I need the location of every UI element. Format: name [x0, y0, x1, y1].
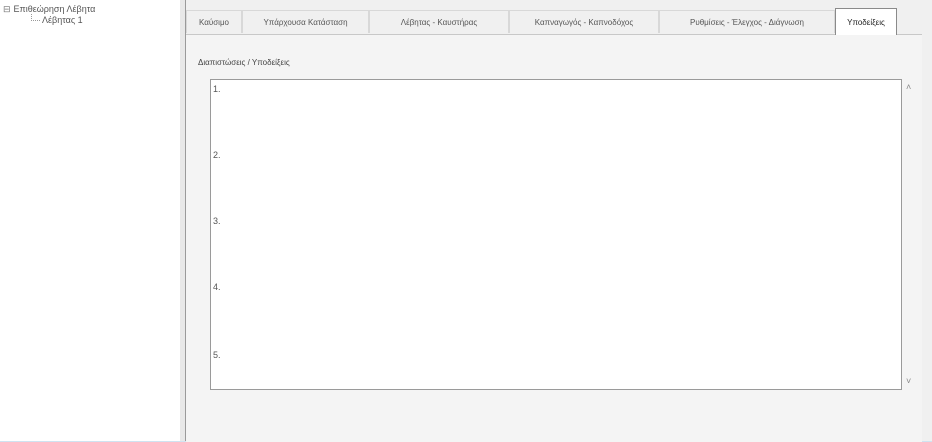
tab-content: Διαπιστώσεις / Υποδείξεις 1. 2. 3. 4. 5.…: [186, 34, 922, 442]
tab-fuel[interactable]: Καύσιμο: [186, 10, 242, 33]
tab-boiler-burner[interactable]: Λέβητας - Καυστήρας: [369, 10, 509, 33]
tree-child-label: Λέβητας 1: [42, 15, 83, 25]
section-label: Διαπιστώσεις / Υποδείξεις: [198, 58, 290, 67]
tree-connector: [31, 14, 40, 21]
note-line-4: 4.: [213, 282, 221, 292]
collapse-icon[interactable]: ⊟: [3, 4, 11, 15]
tree-child-item[interactable]: Λέβητας 1: [42, 15, 83, 25]
tab-recommendations[interactable]: Υποδείξεις: [835, 8, 897, 35]
note-line-5: 5.: [213, 350, 221, 360]
tree-root-label: Επιθεώρηση Λέβητα: [13, 4, 96, 14]
scroll-up-icon[interactable]: ˄: [906, 82, 911, 92]
note-line-1: 1.: [213, 84, 221, 94]
inspection-tree[interactable]: ⊟ Επιθεώρηση Λέβητα Λέβητας 1: [0, 0, 181, 441]
tab-flue-chimney[interactable]: Καπναγωγός - Καπνοδόχος: [509, 10, 659, 33]
note-line-3: 3.: [213, 216, 221, 226]
tree-root-item[interactable]: ⊟ Επιθεώρηση Λέβητα: [3, 4, 95, 15]
tab-existing-condition[interactable]: Υπάρχουσα Κατάσταση: [242, 10, 369, 33]
note-line-2: 2.: [213, 150, 221, 160]
scroll-down-icon[interactable]: ˅: [906, 376, 911, 386]
recommendations-textarea[interactable]: 1. 2. 3. 4. 5.: [210, 79, 902, 390]
tab-strip: Καύσιμο Υπάρχουσα Κατάσταση Λέβητας - Κα…: [186, 8, 932, 35]
tab-settings-diagnosis[interactable]: Ρυθμίσεις - Έλεγχος - Διάγνωση: [659, 10, 835, 33]
main-panel: Καύσιμο Υπάρχουσα Κατάσταση Λέβητας - Κα…: [186, 0, 932, 442]
